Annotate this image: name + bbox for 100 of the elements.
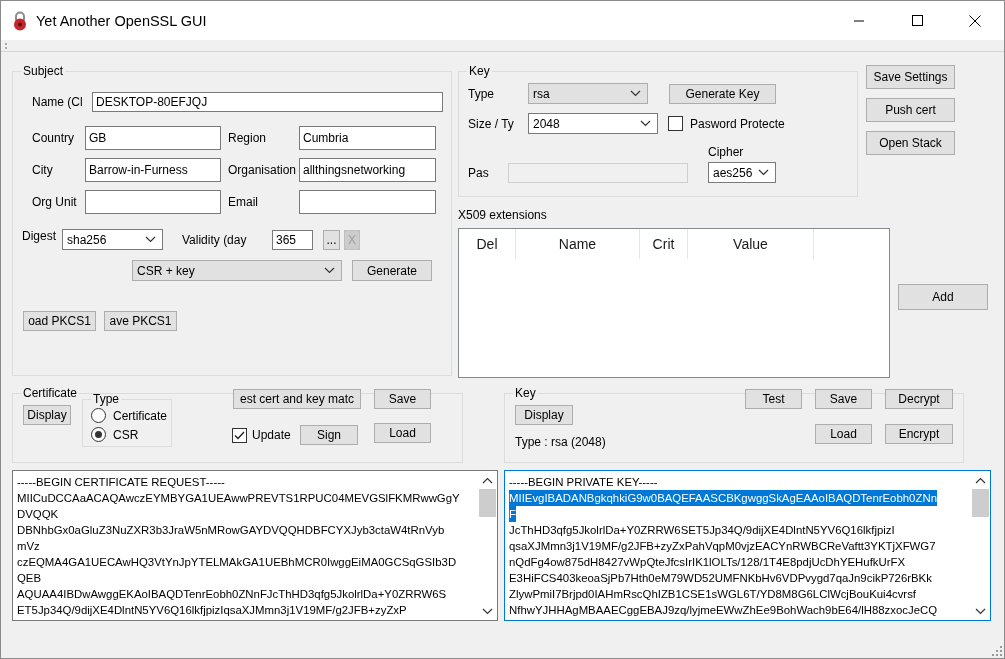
field-label: City (32, 163, 54, 177)
chevron-icon (975, 607, 986, 615)
radio-label: Certificate (113, 408, 168, 423)
save-pkcs-button[interactable]: ave PKCS1 (104, 311, 177, 331)
display-button[interactable]: Display (515, 405, 573, 425)
text-line: NfhwYJHHAgMBAAECggEBAJ9zq/lyjmeEWwZhEe9BohWach9bE64/lH88zxocJeCQ (509, 603, 938, 618)
chevron-icon (630, 90, 641, 97)
input-field[interactable]: Cumbria (299, 126, 436, 150)
group-title: Key (514, 386, 537, 400)
text-line: czEQMA4GA1UECAwHQ3VtYnJpYTELMAkGA1UEBhMCR0IwggEiMA0GCSqGSIb3D (17, 555, 457, 570)
text-line: MIICuDCCAaACAQAwczEYMBYGA1UEAwwPREVTS1RPUC04MEVGSlFKMRwwGgY (17, 491, 460, 506)
field-label: Digest (22, 229, 57, 243)
maximize-icon (911, 15, 923, 26)
column-header[interactable]: Name (516, 229, 640, 259)
test-match-button[interactable]: est cert and key matc (233, 389, 361, 409)
scrollbar-thumb[interactable] (479, 489, 496, 517)
text-area[interactable] (504, 470, 991, 621)
chevron-icon (758, 169, 769, 176)
dropdown[interactable]: rsa (528, 83, 648, 104)
field-label: Region (227, 131, 268, 145)
field-label: Name (Cl (32, 95, 84, 109)
browse-button[interactable]: ... (323, 229, 340, 250)
input-field[interactable]: allthingsnetworking (299, 158, 436, 182)
field-label: Country (32, 131, 76, 145)
window-title: Yet Another OpenSSL GUI (36, 12, 207, 29)
resize-grip-icon[interactable] (992, 646, 1002, 656)
text-line: qsaXJMmn3j1V19MF/g2JFB+zyZxPahVqpM0vjzEACYnRWBCReVaftt3YKTjXFWG7 (509, 539, 936, 554)
close-icon (969, 14, 981, 27)
text-line: QEB (17, 571, 42, 586)
field-label: Org Unit (32, 195, 78, 209)
dropdown[interactable]: CSR + key (132, 260, 342, 281)
text-line: ET5Jp34Q/9dijXE4DlntN5YV6Q16lkfjpizIqsaXJMmn3j1V19MF/g2JFB+zyZxP (17, 603, 407, 618)
key-action-button[interactable]: Save (815, 389, 872, 409)
checkbox[interactable] (232, 427, 247, 443)
chevron-icon (640, 120, 651, 127)
input-field[interactable] (85, 190, 221, 214)
generate-key-button[interactable]: Generate Key (669, 83, 776, 104)
input-field[interactable]: DESKTOP-80EFJQJ (92, 92, 443, 112)
text-line: JcThHD3qfg5JkolrlDa+Y0ZRRW6SET5Jp34Q/9dijXE4DlntN5YV6Q16lkfjpizI (509, 523, 895, 538)
field-label: Validity (day (182, 232, 248, 247)
field-label: Size / Ty (468, 116, 515, 131)
field-label: Email (227, 195, 259, 209)
key-action-button[interactable]: Load (815, 424, 872, 444)
padlock-icon (12, 10, 28, 31)
field-label: Cipher (708, 145, 745, 159)
key-action-button[interactable]: Encrypt (885, 424, 953, 444)
scroll-up-icon (482, 476, 493, 484)
field-label: Pasword Protecte (690, 116, 786, 131)
group-title: Certificate (22, 386, 79, 400)
key-type-text: Type : rsa (2048) (515, 435, 607, 449)
input-field[interactable]: Barrow-in-Furness (85, 158, 221, 182)
display-button[interactable]: Display (23, 405, 71, 425)
text-line: -----BEGIN CERTIFICATE REQUEST----- (17, 475, 225, 490)
extensions-table[interactable]: Del Name Crit Value (458, 228, 890, 378)
chevron-icon (145, 236, 156, 243)
text-line: ZlywPmiI7Brjpd0IAHmRscQhIZB1CSE1sWGL6T/YD8M8G6LClWcjBouKui4cvrsf (509, 587, 916, 602)
column-header[interactable]: Value (688, 229, 814, 259)
text-area[interactable] (12, 470, 498, 621)
load-button[interactable]: Load (374, 423, 431, 443)
sign-button[interactable]: Sign (300, 425, 358, 445)
generate-button[interactable]: Generate (352, 260, 432, 281)
toolbar-button[interactable]: Open Stack (866, 131, 955, 155)
column-header[interactable]: Del (459, 229, 516, 259)
dropdown[interactable]: 2048 (528, 113, 658, 134)
grip-icon[interactable] (5, 41, 8, 50)
dropdown[interactable]: aes256 (708, 162, 776, 183)
dropdown[interactable]: sha256 (62, 229, 163, 250)
group-title: Subject (22, 64, 65, 78)
text-line: E3HiFCS403keoaSjPb7Hth0eM79WD52UMFNKbHv6VDPvygd7qaJn9cikP726rBKk (509, 571, 932, 586)
group-title: Key (468, 64, 491, 78)
column-header[interactable]: Crit (640, 229, 688, 259)
input-field[interactable]: GB (85, 126, 221, 150)
toolbar-button[interactable]: Push cert (866, 98, 955, 122)
radio-button[interactable] (91, 408, 106, 423)
key-action-button[interactable]: Decrypt (885, 389, 953, 409)
chevron-icon (482, 607, 493, 615)
add-button[interactable]: Add (898, 284, 988, 310)
save-button[interactable]: Save (374, 389, 431, 409)
scrollbar-thumb[interactable] (972, 489, 989, 517)
chevron-icon (324, 267, 335, 274)
text-line: nQdFg4ow875dH8427vWpQteJfcsIrIK1lOLTs/128/1T4E8pdjUcDhYEHufkUrFX (509, 555, 906, 570)
field-label: Organisation (227, 163, 298, 177)
field-label: Pas (468, 166, 490, 180)
scroll-up-icon (975, 476, 986, 484)
radio-button[interactable] (91, 427, 106, 442)
group-title: Type (92, 392, 120, 406)
input-field[interactable]: 365 (272, 229, 313, 250)
key-action-button[interactable]: Test (745, 389, 802, 409)
load-pkcs-button[interactable]: oad PKCS1 (23, 311, 96, 331)
text-line: DBNhbGx0aGluZ3NuZXR3b3JraW5nMRowGAYDVQQHDBFCYXJyb3ctaW4tRnVyb (17, 523, 445, 538)
text-line: mVz (17, 539, 40, 554)
input-field[interactable] (299, 190, 436, 214)
text-line: DVQQK (17, 507, 59, 522)
field-label: Type (468, 86, 495, 101)
text-line: AQUAA4IBDwAwggEKAoIBAQDTenrEobh0ZNnFJcThHD3qfg5JkolrlDa+Y0ZRRW6S (17, 587, 447, 602)
text-line: -----BEGIN PRIVATE KEY----- (509, 475, 658, 490)
checkbox[interactable] (668, 116, 683, 131)
section-label: X509 extensions (458, 208, 548, 222)
radio-label: CSR (113, 427, 139, 442)
toolbar-button[interactable]: Save Settings (866, 65, 955, 89)
